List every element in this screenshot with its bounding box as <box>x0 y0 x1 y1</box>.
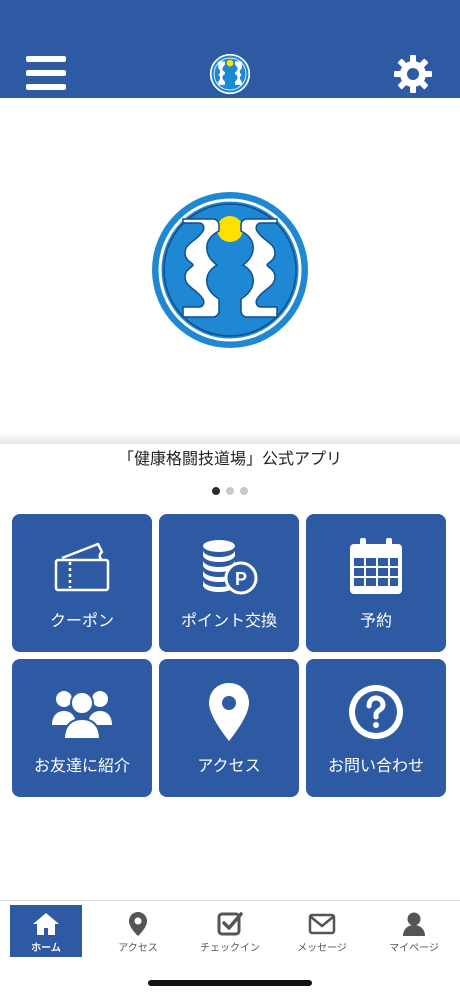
hamburger-menu-icon <box>26 70 66 76</box>
hamburger-menu-icon <box>26 84 66 90</box>
hero-divider <box>0 432 460 444</box>
coins-points-icon: P <box>203 540 258 595</box>
tab-access[interactable]: アクセス <box>102 905 174 957</box>
tab-label: ホーム <box>31 943 61 954</box>
svg-text:P: P <box>235 569 247 589</box>
tile-label: 予約 <box>359 611 392 630</box>
hero-banner[interactable] <box>0 98 460 436</box>
coupon-tile[interactable]: クーポン <box>12 514 152 652</box>
tab-label: メッセージ <box>297 943 347 954</box>
reservation-tile[interactable]: 予約 <box>306 514 446 652</box>
tab-label: アクセス <box>118 943 158 954</box>
map-pin-icon <box>209 683 249 741</box>
refer-friend-tile[interactable]: お友達に紹介 <box>12 659 152 797</box>
menu-button[interactable] <box>26 56 68 92</box>
tab-home[interactable]: ホーム <box>10 905 82 957</box>
tab-message[interactable]: メッセージ <box>286 905 358 957</box>
tab-mypage[interactable]: マイページ <box>378 905 450 957</box>
tile-label: お問い合わせ <box>327 756 424 775</box>
carousel-dot[interactable] <box>240 487 248 495</box>
tab-label: チェックイン <box>200 943 260 954</box>
carousel-dot[interactable] <box>226 487 234 495</box>
point-exchange-tile[interactable]: P ポイント交換 <box>159 514 299 652</box>
hamburger-menu-icon <box>26 56 66 62</box>
carousel-indicator[interactable] <box>0 480 460 495</box>
home-indicator <box>148 980 312 986</box>
carousel-dot-active[interactable] <box>212 487 220 495</box>
access-tile[interactable]: アクセス <box>159 659 299 797</box>
bottom-tab-bar: ホーム アクセス チェックイン メッセージ マイページ <box>0 900 460 962</box>
inquiry-tile[interactable]: お問い合わせ <box>306 659 446 797</box>
user-icon <box>403 912 425 936</box>
hero-caption: 「健康格闘技道場」公式アプリ <box>117 449 342 468</box>
question-circle-icon <box>349 685 403 739</box>
users-group-icon <box>52 691 112 740</box>
calendar-icon <box>350 538 402 594</box>
ticket-icon <box>54 542 110 592</box>
tile-label: お友達に紹介 <box>33 756 130 775</box>
tab-label: マイページ <box>389 943 439 954</box>
tile-label: クーポン <box>49 611 114 630</box>
dojo-logo-icon <box>209 53 251 95</box>
envelope-icon <box>308 913 336 935</box>
tile-label: アクセス <box>197 756 261 775</box>
dojo-logo-icon <box>152 192 308 348</box>
gear-icon[interactable] <box>393 54 433 94</box>
app-header <box>0 0 460 98</box>
home-icon <box>33 913 59 935</box>
map-pin-icon <box>129 912 147 936</box>
tab-checkin[interactable]: チェックイン <box>194 905 266 957</box>
tile-label: ポイント交換 <box>180 611 277 630</box>
checkbox-icon <box>217 912 243 936</box>
